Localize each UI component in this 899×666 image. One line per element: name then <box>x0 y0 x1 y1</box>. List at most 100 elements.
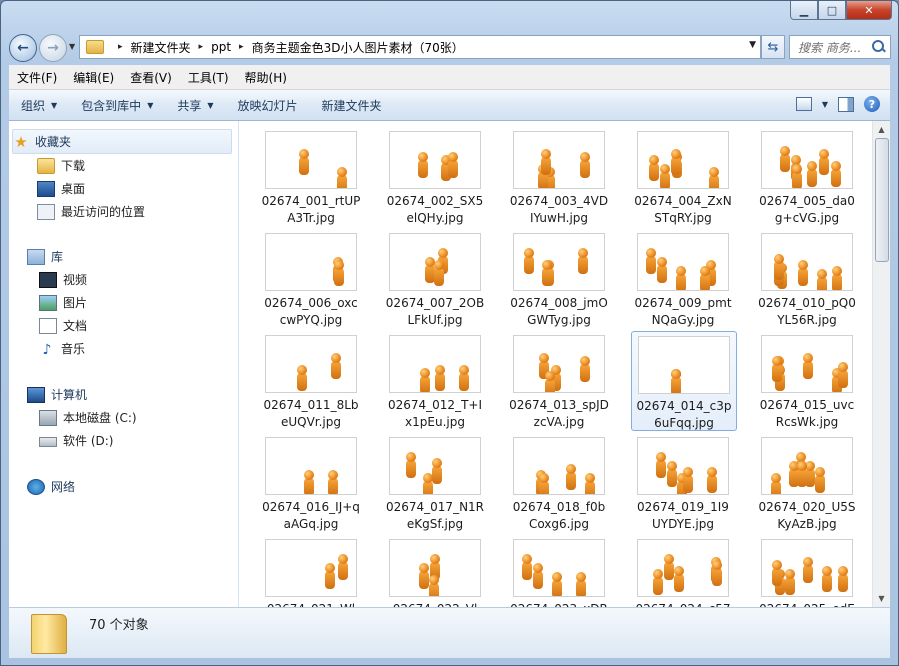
file-name: 02674_001_rtUPA3Tr.jpg <box>261 194 361 225</box>
file-item[interactable]: 02674_024_c57 <box>631 535 735 607</box>
file-item[interactable]: 02674_012_T+Ix1pEu.jpg <box>383 331 487 429</box>
view-dropdown-icon[interactable]: ▼ <box>822 100 828 109</box>
file-item[interactable]: 02674_002_SX5elQHy.jpg <box>383 127 487 225</box>
change-view-icon[interactable] <box>795 97 812 111</box>
figure-head-icon <box>578 248 588 258</box>
figure-body-icon <box>660 172 670 188</box>
refresh-button[interactable]: ⇆ <box>761 35 785 59</box>
scroll-up-icon[interactable]: ▲ <box>873 121 890 138</box>
menu-edit[interactable]: 编辑(E) <box>65 69 122 86</box>
file-item[interactable]: 02674_019_1I9UYDYE.jpg <box>631 433 735 531</box>
figure-head-icon <box>448 152 458 162</box>
file-item[interactable]: 02674_020_U5SKyAzB.jpg <box>755 433 859 531</box>
search-input[interactable]: 搜索 商务... <box>789 35 891 59</box>
chevron-right-icon[interactable]: ▸ <box>199 42 204 52</box>
file-item[interactable]: 02674_009_pmtNQaGy.jpg <box>631 229 735 327</box>
back-button[interactable]: ← <box>9 34 37 62</box>
nav-computer[interactable]: 计算机 <box>9 383 238 406</box>
figure-body-icon <box>448 160 458 178</box>
figure-body-icon <box>580 364 590 382</box>
breadcrumb-item[interactable]: 新建文件夹 <box>131 39 191 56</box>
file-name: 02674_020_U5SKyAzB.jpg <box>758 500 856 531</box>
forward-button[interactable]: → <box>39 34 67 62</box>
nav-local-disk[interactable]: 本地磁盘 (C:) <box>9 406 238 429</box>
file-item[interactable]: 02674_025_edE <box>755 535 859 607</box>
nav-network[interactable]: 网络 <box>9 475 238 498</box>
file-item[interactable]: 02674_007_2OBLFkUf.jpg <box>383 229 487 327</box>
chevron-right-icon[interactable]: ▸ <box>239 42 244 52</box>
file-item[interactable]: 02674_003_4VDIYuwH.jpg <box>507 127 611 225</box>
minimize-button[interactable]: ▁ <box>790 1 818 20</box>
nav-downloads[interactable]: 下载 <box>9 154 238 177</box>
file-item[interactable]: 02674_004_ZxNSTqRY.jpg <box>631 127 735 225</box>
file-name: 02674_016_IJ+qaAGq.jpg <box>262 500 360 531</box>
image-thumbnail <box>265 233 357 291</box>
file-item[interactable]: 02674_005_da0g+cVG.jpg <box>755 127 859 225</box>
figure-head-icon <box>667 461 677 471</box>
maximize-button[interactable]: □ <box>818 1 846 20</box>
file-item[interactable]: 02674_006_oxccwPYQ.jpg <box>259 229 363 327</box>
vertical-scrollbar[interactable]: ▲ ▼ <box>872 121 890 607</box>
file-item[interactable]: 02674_022_Vl <box>383 535 487 607</box>
scroll-down-icon[interactable]: ▼ <box>873 590 890 607</box>
share-button[interactable]: 共享 ▼ <box>165 97 225 114</box>
breadcrumb-item[interactable]: 商务主题金色3D小人图片素材（70张） <box>252 39 464 56</box>
file-item[interactable]: 02674_001_rtUPA3Tr.jpg <box>259 127 363 225</box>
figure-head-icon <box>545 371 555 381</box>
figure-body-icon <box>649 163 659 181</box>
menu-file[interactable]: 文件(F) <box>9 69 65 86</box>
file-item[interactable]: 02674_008_jmOGWTyg.jpg <box>507 229 611 327</box>
menu-view[interactable]: 查看(V) <box>122 69 180 86</box>
dropdown-icon: ▼ <box>207 100 214 110</box>
file-item[interactable]: 02674_011_8LbeUQVr.jpg <box>259 331 363 429</box>
file-item[interactable]: 02674_023_xDR <box>507 535 611 607</box>
nav-videos[interactable]: 视频 <box>9 268 238 291</box>
include-library-button[interactable]: 包含到库中 ▼ <box>69 97 165 114</box>
file-item[interactable]: 02674_018_f0bCoxg6.jpg <box>507 433 611 531</box>
address-bar[interactable]: ▸ 新建文件夹 ▸ ppt ▸ 商务主题金色3D小人图片素材（70张） ▼ <box>79 35 761 59</box>
address-dropdown-icon[interactable]: ▼ <box>749 40 756 50</box>
nav-label: 计算机 <box>51 388 88 402</box>
file-item[interactable]: 02674_015_uvcRcsWk.jpg <box>755 331 859 429</box>
figure-head-icon <box>331 353 341 363</box>
recent-places-icon <box>37 203 55 220</box>
file-item[interactable]: 02674_014_c3p6uFqq.jpg <box>631 331 737 431</box>
nav-desktop[interactable]: 桌面 <box>9 177 238 200</box>
nav-documents[interactable]: 文档 <box>9 314 238 337</box>
organize-button[interactable]: 组织 ▼ <box>9 97 69 114</box>
file-item[interactable]: 02674_017_N1ReKgSf.jpg <box>383 433 487 531</box>
help-icon[interactable]: ? <box>864 96 880 112</box>
file-item[interactable]: 02674_010_pQ0YL56R.jpg <box>755 229 859 327</box>
chevron-right-icon[interactable]: ▸ <box>118 42 123 52</box>
preview-pane-icon[interactable] <box>838 96 854 112</box>
figure-body-icon <box>797 469 807 487</box>
slideshow-button[interactable]: 放映幻灯片 <box>226 97 310 114</box>
menu-help[interactable]: 帮助(H) <box>237 69 295 86</box>
search-icon[interactable] <box>872 40 886 54</box>
history-dropdown-icon[interactable]: ▼ <box>69 42 75 51</box>
figure-head-icon <box>459 365 469 375</box>
nav-favorites[interactable]: ★ 收藏夹 <box>12 129 232 154</box>
figure-head-icon <box>712 560 722 570</box>
share-label: 共享 <box>177 98 202 113</box>
menu-tools[interactable]: 工具(T) <box>180 69 237 86</box>
figure-body-icon <box>807 169 817 187</box>
nav-pictures[interactable]: 图片 <box>9 291 238 314</box>
nav-software-drive[interactable]: 软件 (D:) <box>9 429 238 452</box>
file-name: 02674_014_c3p6uFqq.jpg <box>636 399 732 430</box>
image-thumbnail <box>513 335 605 393</box>
file-grid: 02674_001_rtUPA3Tr.jpg 02674_002_SX5elQHy… <box>239 121 876 607</box>
nav-recent[interactable]: 最近访问的位置 <box>9 200 238 223</box>
nav-music[interactable]: ♪ 音乐 <box>9 337 238 360</box>
file-item[interactable]: 02674_013_spJDzcVA.jpg <box>507 331 611 429</box>
breadcrumb-item[interactable]: ppt <box>211 40 231 54</box>
file-item[interactable]: 02674_016_IJ+qaAGq.jpg <box>259 433 363 531</box>
drive-d-icon <box>39 437 57 447</box>
scrollbar-thumb[interactable] <box>875 138 889 262</box>
close-button[interactable]: ✕ <box>846 1 892 20</box>
nav-libraries[interactable]: 库 <box>9 245 238 268</box>
new-folder-button[interactable]: 新建文件夹 <box>310 97 394 114</box>
file-item[interactable]: 02674_021_WlW <box>259 535 363 607</box>
figure-body-icon <box>657 265 667 283</box>
command-bar: 组织 ▼ 包含到库中 ▼ 共享 ▼ 放映幻灯片 新建文件夹 ▼ ? <box>9 90 890 121</box>
